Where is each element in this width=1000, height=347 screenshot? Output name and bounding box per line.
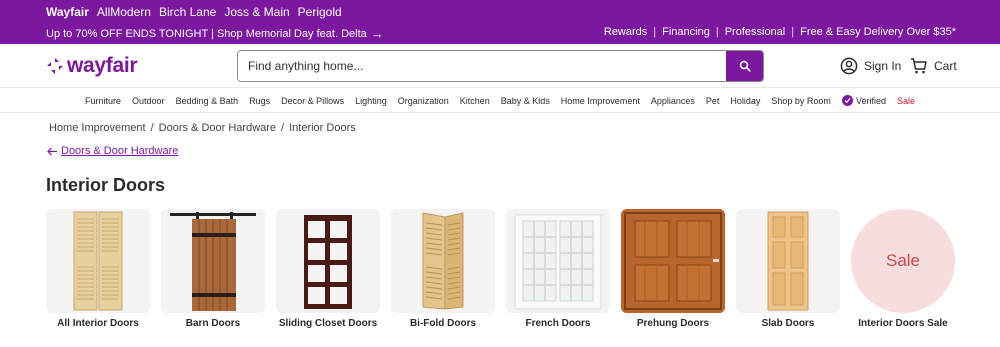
arrow-left-icon — [47, 147, 57, 155]
tile-label: Bi-Fold Doors — [409, 318, 477, 329]
divider: | — [653, 26, 657, 38]
nav-item-lighting[interactable]: Lighting — [355, 95, 387, 106]
brand-link-allmodern[interactable]: AllModern — [97, 5, 151, 19]
tile-label: Interior Doors Sale — [858, 318, 948, 329]
verified-check-icon — [841, 95, 853, 106]
top-bar: Wayfair AllModern Birch Lane Joss & Main… — [0, 0, 1000, 44]
nav-item-rugs[interactable]: Rugs — [249, 95, 270, 106]
free-delivery-link[interactable]: Free & Easy Delivery Over $35* — [800, 26, 956, 38]
promo-banner[interactable]: Up to 70% OFF ENDS TONIGHT | Shop Memori… — [46, 26, 384, 41]
brand-link-wayfair[interactable]: Wayfair — [46, 5, 89, 19]
nav-item-appliances[interactable]: Appliances — [651, 95, 695, 106]
tile-label: Slab Doors — [761, 318, 815, 329]
category-tile-barn-doors[interactable]: Barn Doors — [161, 209, 265, 329]
breadcrumb: Home Improvement / Doors & Door Hardware… — [49, 122, 356, 134]
nav-item-shop-by-room[interactable]: Shop by Room — [771, 95, 831, 106]
french-door-image — [506, 209, 610, 313]
brand-links: Wayfair AllModern Birch Lane Joss & Main… — [46, 5, 342, 19]
back-link[interactable]: Doors & Door Hardware — [47, 145, 178, 157]
brand-link-birch-lane[interactable]: Birch Lane — [159, 5, 216, 19]
search-icon — [739, 60, 751, 72]
tile-label: Sliding Closet Doors — [278, 318, 378, 329]
divider: | — [715, 26, 719, 38]
nav-item-baby-kids[interactable]: Baby & Kids — [501, 95, 550, 106]
nav-item-holiday[interactable]: Holiday — [730, 95, 760, 106]
category-tile-sliding-closet-doors[interactable]: Sliding Closet Doors — [276, 209, 380, 329]
page-title: Interior Doors — [46, 175, 166, 195]
financing-link[interactable]: Financing — [662, 26, 710, 38]
wayfair-logo[interactable]: wayfair — [46, 54, 138, 78]
divider: | — [791, 26, 795, 38]
category-tile-slab-doors[interactable]: Slab Doors — [736, 209, 840, 329]
tile-label: French Doors — [525, 318, 591, 329]
breadcrumb-home-improvement[interactable]: Home Improvement — [49, 122, 146, 134]
category-tiles: All Interior Doors Barn Doors Sliding Cl… — [46, 209, 955, 329]
site-header: wayfair Sign In Cart — [0, 44, 1000, 88]
cart-icon — [911, 58, 927, 74]
sign-in-label: Sign In — [864, 59, 902, 73]
breadcrumb-separator: / — [281, 122, 285, 134]
top-links: Rewards | Financing | Professional | Fre… — [604, 26, 956, 38]
category-tile-interior-doors-sale[interactable]: Sale Interior Doors Sale — [851, 209, 955, 329]
category-tile-prehung-doors[interactable]: Prehung Doors — [621, 209, 725, 329]
cart-label: Cart — [934, 59, 957, 73]
nav-item-outdoor[interactable]: Outdoor — [132, 95, 165, 106]
category-tile-all-interior-doors[interactable]: All Interior Doors — [46, 209, 150, 329]
nav-item-pet[interactable]: Pet — [706, 95, 720, 106]
search-button[interactable] — [726, 51, 763, 81]
search-bar — [237, 50, 764, 82]
prehung-door-image — [621, 209, 725, 313]
verified-label: Verified — [855, 95, 886, 106]
slab-door-image — [736, 209, 840, 313]
category-nav: Furniture Outdoor Bedding & Bath Rugs De… — [0, 89, 1000, 113]
professional-link[interactable]: Professional — [725, 26, 786, 38]
nav-item-verified[interactable]: Verified — [841, 95, 886, 106]
louvered-door-image — [46, 209, 150, 313]
breadcrumb-doors-hardware[interactable]: Doors & Door Hardware — [159, 122, 276, 134]
nav-item-organization[interactable]: Organization — [398, 95, 449, 106]
sale-badge: Sale — [851, 209, 955, 313]
nav-item-kitchen[interactable]: Kitchen — [460, 95, 490, 106]
sliding-closet-door-image — [276, 209, 380, 313]
arrow-right-icon: → — [370, 26, 384, 41]
sign-in-button[interactable]: Sign In — [840, 57, 901, 75]
back-link-label: Doors & Door Hardware — [61, 145, 179, 157]
category-tile-bi-fold-doors[interactable]: Bi-Fold Doors — [391, 209, 495, 329]
rewards-link[interactable]: Rewards — [604, 26, 647, 38]
nav-item-home-improvement[interactable]: Home Improvement — [561, 95, 640, 106]
tile-label: Barn Doors — [185, 318, 241, 329]
sale-image: Sale — [851, 209, 955, 313]
bi-fold-door-image — [391, 209, 495, 313]
account-icon — [840, 57, 858, 75]
nav-item-sale[interactable]: Sale — [897, 95, 915, 106]
cart-button[interactable]: Cart — [910, 57, 957, 75]
promo-text: Up to 70% OFF ENDS TONIGHT | Shop Memori… — [46, 27, 367, 40]
breadcrumb-current: Interior Doors — [289, 122, 356, 134]
brand-link-joss-main[interactable]: Joss & Main — [224, 5, 289, 19]
barn-door-image — [161, 209, 265, 313]
brand-link-perigold[interactable]: Perigold — [298, 5, 342, 19]
pinwheel-logo-icon — [47, 58, 63, 74]
logo-wordmark: wayfair — [67, 54, 138, 77]
search-input[interactable] — [238, 51, 726, 81]
category-tile-french-doors[interactable]: French Doors — [506, 209, 610, 329]
tile-label: Prehung Doors — [636, 318, 710, 329]
nav-item-decor-pillows[interactable]: Decor & Pillows — [281, 95, 344, 106]
nav-item-bedding-bath[interactable]: Bedding & Bath — [176, 95, 239, 106]
breadcrumb-separator: / — [150, 122, 154, 134]
nav-item-furniture[interactable]: Furniture — [85, 95, 121, 106]
tile-label: All Interior Doors — [57, 318, 139, 329]
